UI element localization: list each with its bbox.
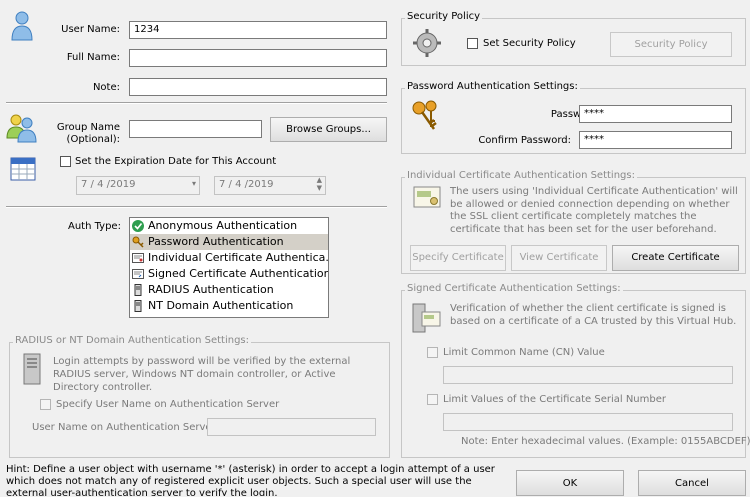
keys-icon [410, 99, 442, 133]
cancel-button-label: Cancel [675, 478, 709, 489]
signed-certificate-icon [132, 268, 144, 280]
limit-cn-input[interactable] [443, 366, 733, 384]
individual-cert-description: The users using 'Individual Certificate … [450, 186, 738, 235]
browse-groups-button[interactable]: Browse Groups... [270, 117, 387, 142]
specify-username-checkbox[interactable] [40, 399, 51, 410]
specify-username-label: Specify User Name on Authentication Serv… [56, 399, 280, 410]
signed-cert-title: Signed Certificate Authentication Settin… [405, 283, 623, 294]
auth-type-label-text: Individual Certificate Authentica... [148, 251, 329, 264]
security-policy-checkbox-label: Set Security Policy [483, 38, 576, 49]
server-username-label: User Name on Authentication Server: [32, 422, 219, 433]
chevron-down-icon: ▾ [191, 179, 196, 188]
create-certificate-button[interactable]: Create Certificate [612, 245, 739, 271]
radius-description: Login attempts by password will be verif… [53, 356, 351, 393]
username-label: User Name: [61, 24, 120, 35]
note-label: Note: [92, 82, 120, 93]
ok-button[interactable]: OK [516, 470, 624, 496]
group-name-label: Group Name [56, 122, 120, 133]
server-username-input[interactable] [207, 418, 376, 436]
server-icon [132, 284, 144, 296]
divider [6, 206, 387, 208]
fullname-input[interactable] [129, 49, 387, 67]
auth-type-item-radius[interactable]: RADIUS Authentication [130, 282, 328, 298]
ok-button-label: OK [562, 478, 578, 489]
auth-type-item-password[interactable]: Password Authentication [130, 234, 328, 250]
limit-cn-label: Limit Common Name (CN) Value [443, 347, 605, 358]
signed-certificate-icon [412, 300, 442, 334]
expiration-checkbox-label: Set the Expiration Date for This Account [75, 156, 277, 167]
limit-cn-checkbox[interactable] [427, 347, 438, 358]
certificate-icon [132, 252, 144, 264]
auth-type-item-anonymous[interactable]: Anonymous Authentication [130, 218, 328, 234]
key-icon [132, 236, 144, 248]
expiration-checkbox[interactable] [60, 156, 71, 167]
auth-type-label: Auth Type: [68, 221, 121, 232]
username-input[interactable]: 1234 [129, 21, 387, 39]
auth-type-label-text: NT Domain Authentication [148, 299, 294, 312]
view-certificate-button[interactable]: View Certificate [511, 245, 607, 271]
spin-down-icon: ▼ [316, 184, 322, 192]
auth-type-label-text: Signed Certificate Authentication [148, 267, 329, 280]
server-icon [20, 353, 44, 385]
domain-server-icon [132, 300, 144, 312]
auth-type-label-text: Password Authentication [148, 235, 284, 248]
security-policy-button[interactable]: Security Policy [610, 32, 732, 57]
security-policy-checkbox[interactable] [467, 38, 478, 49]
specify-certificate-button[interactable]: Specify Certificate [410, 245, 506, 271]
limit-serial-checkbox[interactable] [427, 394, 438, 405]
security-policy-title: Security Policy [405, 11, 483, 22]
password-input[interactable]: **** [579, 105, 732, 123]
expiration-date-picker[interactable]: 7 / 4 /2019 ▾ [76, 176, 200, 195]
divider [6, 102, 387, 104]
gear-icon [412, 28, 442, 58]
expiration-date-value: 7 / 4 /2019 [81, 179, 136, 190]
calendar-icon [8, 153, 38, 183]
auth-type-item-signed-cert[interactable]: Signed Certificate Authentication [130, 266, 328, 282]
individual-cert-title: Individual Certificate Authentication Se… [405, 170, 637, 181]
auth-type-list[interactable]: Anonymous Authentication Password Authen… [129, 217, 329, 318]
signed-cert-description: Verification of whether the client certi… [450, 303, 737, 327]
radius-settings-title: RADIUS or NT Domain Authentication Setti… [13, 335, 252, 346]
user-icon [10, 10, 34, 42]
auth-type-item-individual-cert[interactable]: Individual Certificate Authentica... [130, 250, 328, 266]
spin-up-icon: ▲ [316, 176, 322, 184]
expiration-time-value: 7 / 4 /2019 [219, 179, 274, 190]
password-settings-title: Password Authentication Settings: [405, 81, 580, 92]
cancel-button[interactable]: Cancel [638, 470, 746, 496]
serial-note: Note: Enter hexadecimal values. (Example… [461, 436, 750, 447]
group-icon [6, 112, 38, 144]
certificate-icon [413, 186, 441, 210]
confirm-password-input[interactable]: **** [579, 131, 732, 149]
note-input[interactable] [129, 78, 387, 96]
check-circle-icon [132, 220, 144, 232]
confirm-password-label: Confirm Password: [478, 135, 571, 146]
limit-serial-input[interactable] [443, 413, 733, 431]
group-name-input[interactable] [129, 120, 262, 138]
hint-text: Hint: Define a user object with username… [6, 464, 495, 496]
group-name-optional-label: (Optional): [66, 134, 120, 145]
auth-type-label-text: RADIUS Authentication [148, 283, 274, 296]
expiration-time-picker[interactable]: 7 / 4 /2019 ▲ ▼ [214, 176, 326, 195]
limit-serial-label: Limit Values of the Certificate Serial N… [443, 394, 666, 405]
fullname-label: Full Name: [66, 52, 120, 63]
auth-type-item-nt-domain[interactable]: NT Domain Authentication [130, 298, 328, 314]
auth-type-label-text: Anonymous Authentication [148, 219, 298, 232]
